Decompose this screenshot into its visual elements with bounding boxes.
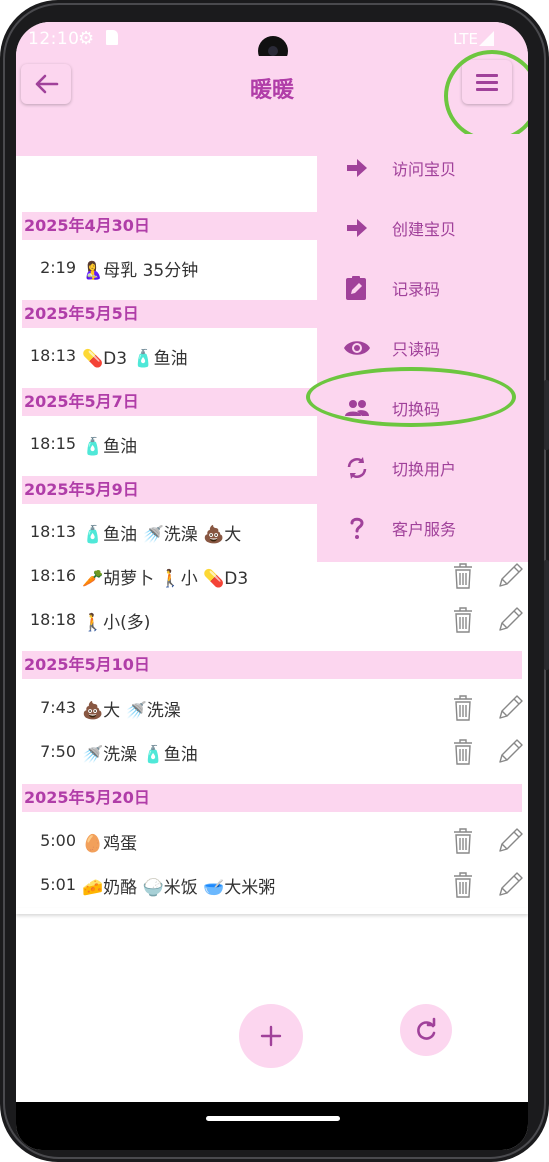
pencil-icon[interactable]: [496, 604, 524, 634]
date-header: 2025年5月10日: [22, 651, 522, 679]
pencil-icon[interactable]: [496, 825, 524, 855]
menu-item-customer-service[interactable]: 客户服务: [317, 498, 528, 558]
menu-item-switch-user[interactable]: 切换用户: [317, 438, 528, 498]
menu-item-label: 访问宝贝: [392, 160, 457, 179]
pencil-icon[interactable]: [496, 692, 524, 722]
record-items: 💊D3 🧴鱼油: [82, 349, 188, 369]
volume-button: [544, 380, 549, 450]
trash-icon[interactable]: [452, 694, 474, 722]
sync-icon: [347, 457, 367, 479]
menu-item-record-code[interactable]: 记录码: [317, 258, 528, 318]
status-time: 12:10: [28, 29, 80, 49]
menu-item-label: 记录码: [392, 280, 441, 299]
record-items: 🤱母乳 35分钟: [82, 261, 199, 281]
trash-icon[interactable]: [452, 871, 474, 899]
record-time: 18:18: [30, 610, 77, 629]
record-time: 5:01: [40, 875, 76, 894]
record-time: 7:50: [40, 742, 76, 761]
list-divider: [16, 908, 528, 914]
navigation-bar: [16, 1102, 528, 1150]
record-items: 🧴鱼油: [82, 437, 138, 457]
trash-icon[interactable]: [452, 827, 474, 855]
date-header: 2025年5月20日: [22, 784, 522, 812]
network-type: LTE: [453, 30, 478, 48]
refresh-button[interactable]: [400, 1004, 452, 1056]
record-time: 18:13: [30, 346, 77, 365]
record-time: 5:00: [40, 831, 76, 850]
record-items: 🧀奶酪 🍚米饭 🥣大米粥: [82, 878, 276, 898]
signal-icon: [479, 31, 494, 46]
menu-item-visit-baby[interactable]: 访问宝贝: [317, 138, 528, 198]
pencil-icon[interactable]: [496, 560, 524, 590]
eye-icon: [344, 341, 370, 355]
record-row[interactable]: 7:43 💩大 🚿洗澡: [22, 686, 524, 730]
clipboard-edit-icon: [346, 276, 366, 300]
menu-item-label: 客户服务: [392, 520, 457, 539]
record-items: 🚶小(多): [82, 613, 151, 633]
question-icon: [350, 517, 364, 539]
record-row[interactable]: 7:50 🚿洗澡 🧴鱼油: [22, 730, 524, 774]
record-items: 🚿洗澡 🧴鱼油: [82, 745, 198, 765]
power-button: [544, 560, 549, 670]
record-items: 💩大 🚿洗澡: [82, 701, 181, 721]
trash-icon[interactable]: [452, 738, 474, 766]
record-items: 🥚鸡蛋: [82, 834, 138, 854]
plus-icon: [260, 1025, 282, 1047]
screen: 12:10 ⚙ LTE 暖暖 2025年4月30日 2:19 🤱母乳 35分钟 …: [16, 22, 528, 1150]
record-time: 18:13: [30, 522, 77, 541]
record-time: 7:43: [40, 698, 76, 717]
trash-icon[interactable]: [452, 606, 474, 634]
record-time: 2:19: [40, 258, 76, 277]
highlight-circle-switch-code: [306, 367, 516, 427]
record-row[interactable]: 5:01 🧀奶酪 🍚米饭 🥣大米粥: [22, 863, 524, 907]
arrow-right-icon: [347, 219, 367, 237]
record-items: 🥕胡萝卜 🚶小 💊D3: [82, 569, 249, 589]
arrow-right-icon: [347, 159, 367, 177]
sim-card-icon: [106, 30, 118, 45]
menu-item-label: 只读码: [392, 340, 441, 359]
menu-item-label: 切换用户: [392, 460, 457, 479]
record-time: 18:15: [30, 434, 77, 453]
record-time: 18:16: [30, 566, 77, 585]
add-record-button[interactable]: [239, 1004, 303, 1068]
dropdown-menu: 访问宝贝 创建宝贝 记录码 只读码 切换码 切换用户 客户服务: [317, 134, 528, 562]
home-indicator[interactable]: [206, 1116, 340, 1121]
pencil-icon[interactable]: [496, 736, 524, 766]
record-row[interactable]: 18:18 🚶小(多): [22, 598, 524, 642]
arrow-left-icon: [35, 74, 59, 94]
menu-item-create-baby[interactable]: 创建宝贝: [317, 198, 528, 258]
phone-frame: 12:10 ⚙ LTE 暖暖 2025年4月30日 2:19 🤱母乳 35分钟 …: [0, 0, 549, 1162]
trash-icon[interactable]: [452, 562, 474, 590]
record-items: 🧴鱼油 🚿洗澡 💩大: [82, 525, 242, 545]
page-title: 暖暖: [249, 78, 294, 103]
record-row[interactable]: 5:00 🥚鸡蛋: [22, 819, 524, 863]
menu-item-label: 创建宝贝: [392, 220, 457, 239]
refresh-icon: [417, 1017, 436, 1040]
gear-icon: ⚙: [78, 28, 95, 49]
back-button[interactable]: [21, 64, 71, 104]
pencil-icon[interactable]: [496, 869, 524, 899]
